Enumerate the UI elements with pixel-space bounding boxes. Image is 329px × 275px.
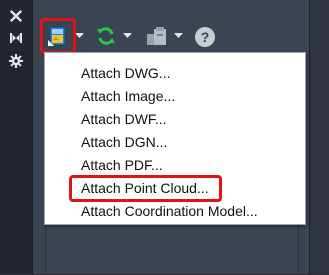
menu-item-attach-dwf[interactable]: Attach DWF... [81,109,167,129]
palette-scroll-strip[interactable] [309,0,329,274]
menu-item-attach-image[interactable]: Attach Image... [81,86,175,106]
collapse-icon[interactable] [7,29,25,47]
refresh-dropdown-button[interactable] [121,23,133,49]
help-label: ? [200,29,210,45]
menu-item-attach-coordination-model[interactable]: Attach Coordination Model... [81,201,258,221]
menu-item-attach-dwg[interactable]: Attach DWG... [81,63,170,83]
close-icon[interactable] [7,7,25,25]
palette-side-strip [0,0,32,274]
refresh-button[interactable] [94,23,118,49]
change-path-icon [147,27,166,45]
refresh-icon [97,27,115,45]
menu-item-attach-dgn[interactable]: Attach DGN... [81,132,167,152]
help-button[interactable]: ? [193,24,217,50]
chevron-down-icon [74,33,84,38]
attach-button[interactable] [45,23,71,49]
menu-item-attach-point-cloud[interactable]: Attach Point Cloud... [81,178,209,198]
chevron-down-icon [122,33,132,38]
gear-icon[interactable] [7,52,25,70]
help-icon: ? [195,27,215,47]
attach-dropdown-button[interactable] [73,23,85,49]
change-path-button[interactable] [144,23,170,49]
chevron-down-icon [173,33,183,38]
change-path-dropdown-button[interactable] [172,23,184,49]
menu-item-attach-pdf[interactable]: Attach PDF... [81,155,163,175]
attach-icon [48,26,66,46]
attach-dropdown-menu: Attach DWG... Attach Image... Attach DWF… [44,52,306,225]
